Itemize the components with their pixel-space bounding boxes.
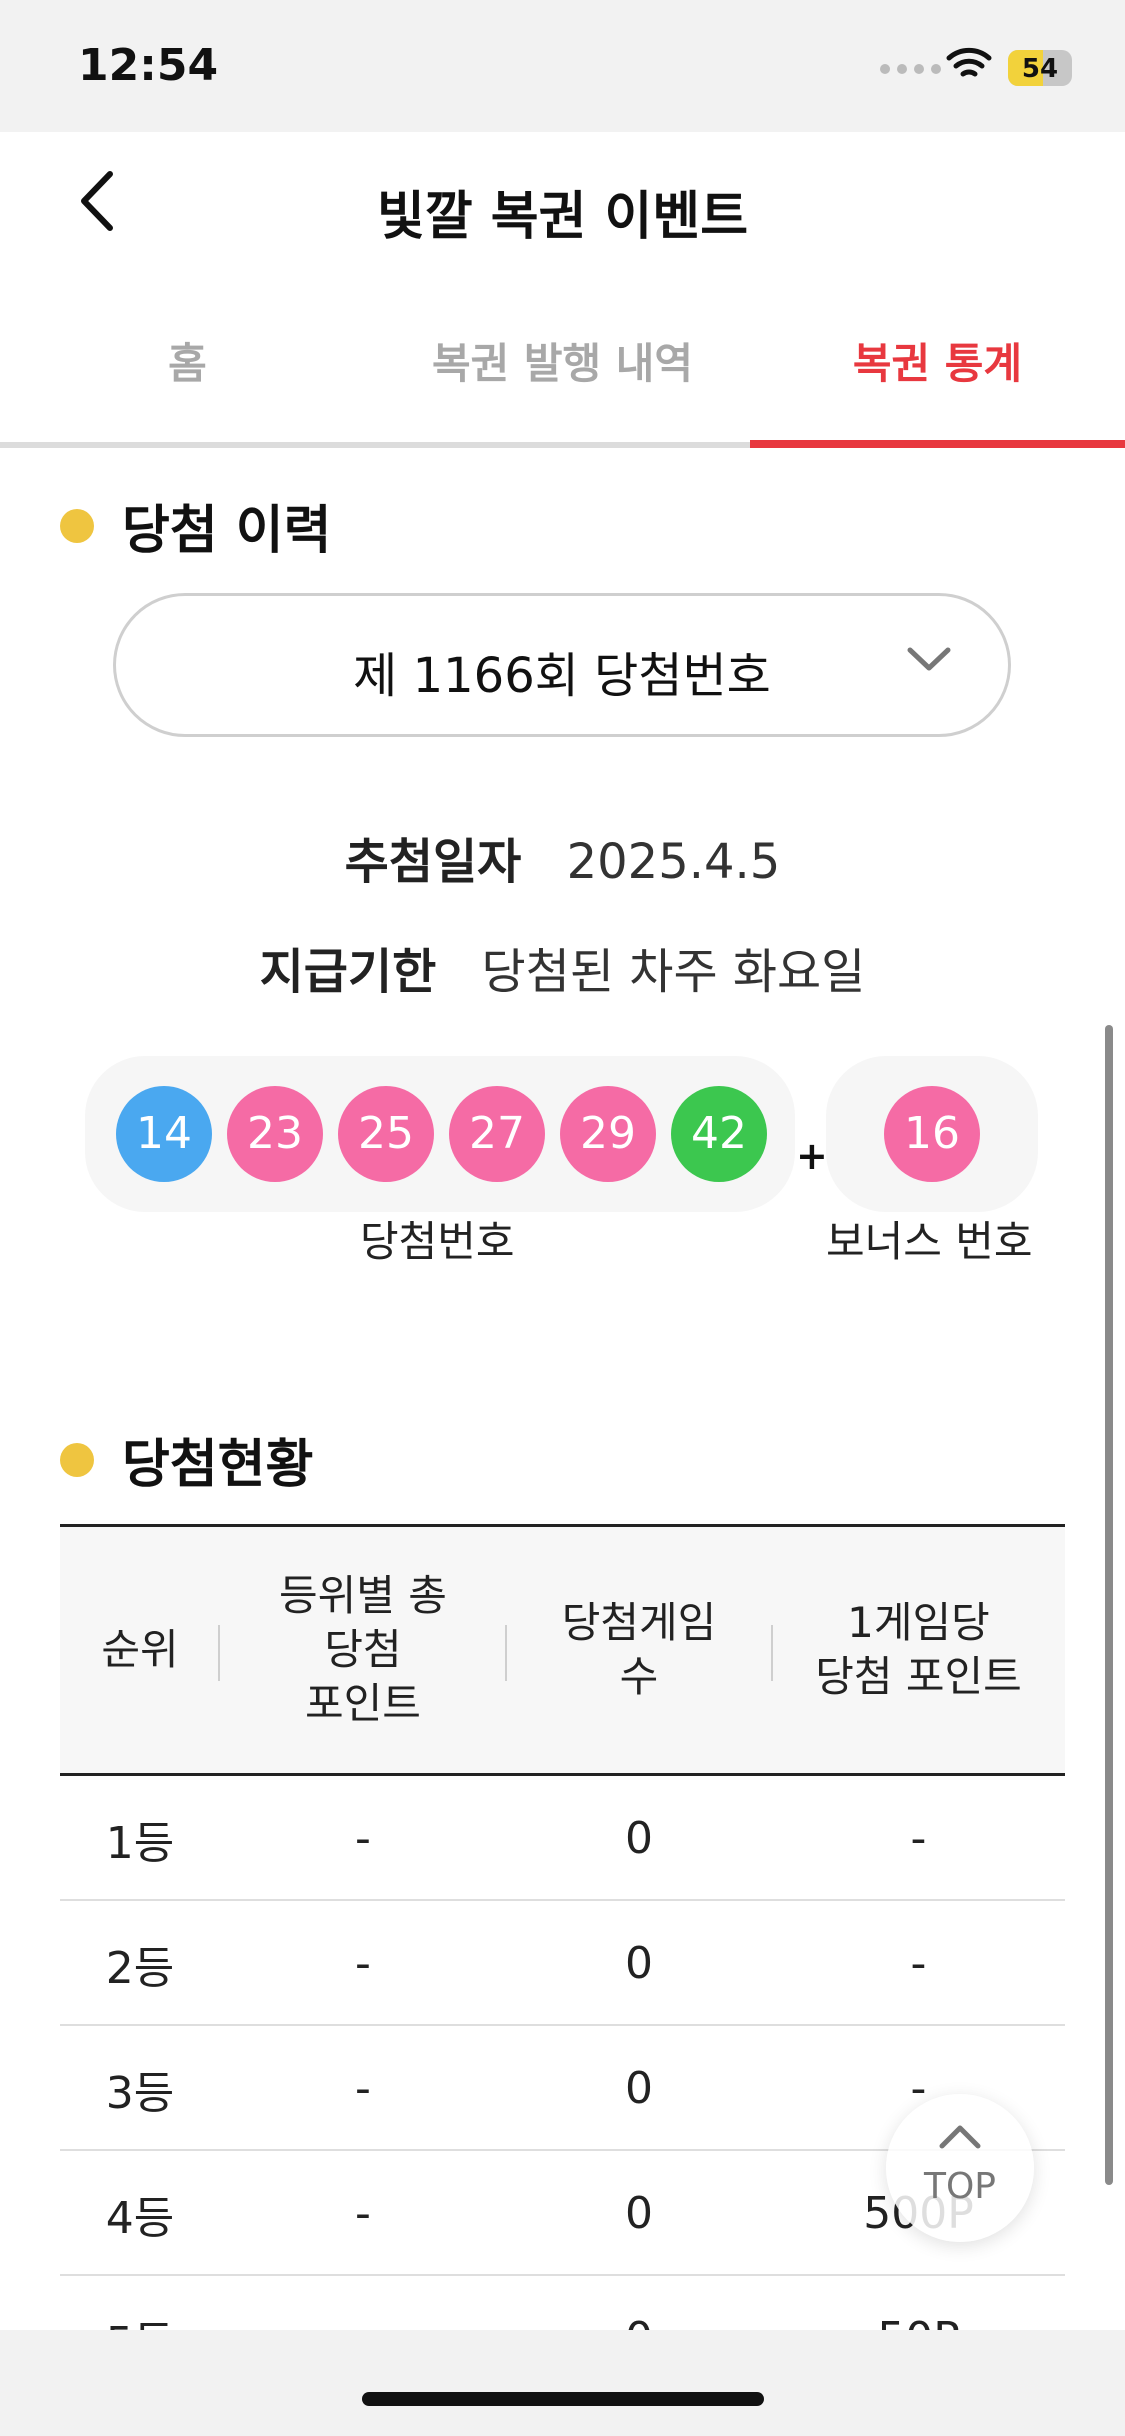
total-points-cell: - <box>355 1813 371 1864</box>
column-header-points-per-game: 1게임당 당첨 포인트 <box>815 1598 1022 1701</box>
winning-number-ball: 29 <box>560 1086 656 1182</box>
column-header-winning-games: 당첨게임 수 <box>561 1598 717 1701</box>
draw-date-row: 추첨일자 2025.4.5 <box>0 822 1125 892</box>
winning-number-ball: 14 <box>116 1086 212 1182</box>
chevron-down-icon <box>907 647 951 671</box>
winning-number-ball: 25 <box>338 1086 434 1182</box>
payout-deadline-value: 당첨된 차주 화요일 <box>481 944 866 1000</box>
total-points-cell: - <box>355 1938 371 1989</box>
rank-cell: 3등 <box>105 2067 175 2119</box>
tab-lottery-stats[interactable]: 복권 통계 <box>750 330 1125 391</box>
winning-status-table: 순위 등위별 총 당첨 포인트 당첨게임 수 1게임당 당첨 포인트 1등 - … <box>60 1524 1065 2401</box>
draw-date-value: 2025.4.5 <box>566 834 781 890</box>
table-row: 2등 - 0 - <box>60 1901 1065 2026</box>
winning-number-ball: 27 <box>449 1086 545 1182</box>
winning-number-ball: 23 <box>227 1086 323 1182</box>
winning-games-cell: 0 <box>625 1813 653 1864</box>
status-bar: 12:54 54 <box>0 0 1125 132</box>
app-header: 빛깔 복권 이벤트 <box>0 132 1125 282</box>
points-per-game-cell: - <box>910 1938 927 1989</box>
scroll-to-top-button[interactable]: TOP <box>886 2094 1034 2242</box>
table-row: 1등 - 0 - <box>60 1776 1065 1901</box>
active-tab-indicator <box>750 440 1125 448</box>
winning-status-heading: 당첨현황 <box>60 1422 313 1497</box>
column-header-total-points: 등위별 총 당첨 포인트 <box>279 1571 447 1728</box>
tab-home[interactable]: 홈 <box>0 330 375 391</box>
bullet-icon <box>60 1442 94 1477</box>
tab-bar: 홈 복권 발행 내역 복권 통계 <box>0 300 1125 450</box>
total-points-cell: - <box>355 2063 371 2114</box>
scroll-to-top-label: TOP <box>923 2166 997 2207</box>
rank-cell: 2등 <box>105 1942 175 1994</box>
round-select[interactable]: 제 1166회 당첨번호 <box>113 593 1011 737</box>
home-indicator-area <box>0 2330 1125 2436</box>
winning-games-cell: 0 <box>625 2063 653 2114</box>
tab-lottery-history[interactable]: 복권 발행 내역 <box>375 330 750 391</box>
page-title: 빛깔 복권 이벤트 <box>376 187 749 247</box>
status-time: 12:54 <box>78 40 219 91</box>
home-indicator[interactable] <box>362 2392 764 2406</box>
winning-number-ball: 42 <box>671 1086 767 1182</box>
rank-cell: 1등 <box>105 1817 175 1869</box>
column-header-rank: 순위 <box>101 1625 179 1674</box>
chevron-up-icon <box>939 2125 981 2149</box>
battery-level: 54 <box>1021 54 1059 84</box>
winning-history-heading: 당첨 이력 <box>60 488 331 563</box>
payout-deadline-row: 지급기한 당첨된 차주 화요일 <box>0 932 1125 1002</box>
wifi-icon <box>946 47 992 77</box>
rank-cell: 4등 <box>105 2192 175 2244</box>
bonus-number-ball: 16 <box>884 1086 980 1182</box>
total-points-cell: - <box>355 2188 371 2239</box>
bullet-icon <box>60 508 94 543</box>
payout-deadline-label: 지급기한 <box>259 944 437 1000</box>
bonus-number-label: 보너스 번호 <box>826 1217 1033 1266</box>
points-per-game-cell: - <box>910 1813 927 1864</box>
winning-numbers-label: 당첨번호 <box>360 1217 515 1266</box>
cellular-signal-icon <box>880 64 941 74</box>
winning-games-cell: 0 <box>625 2188 653 2239</box>
table-header: 순위 등위별 총 당첨 포인트 당첨게임 수 1게임당 당첨 포인트 <box>60 1524 1065 1776</box>
scrollbar[interactable] <box>1105 1025 1113 2185</box>
winning-games-cell: 0 <box>625 1938 653 1989</box>
winning-history-title: 당첨 이력 <box>122 501 332 561</box>
draw-date-label: 추첨일자 <box>344 834 522 890</box>
battery-icon: 54 <box>1008 50 1072 86</box>
winning-status-title: 당첨현황 <box>122 1435 314 1495</box>
round-select-value: 제 1166회 당첨번호 <box>353 648 771 704</box>
plus-sign: + <box>796 1134 828 1178</box>
